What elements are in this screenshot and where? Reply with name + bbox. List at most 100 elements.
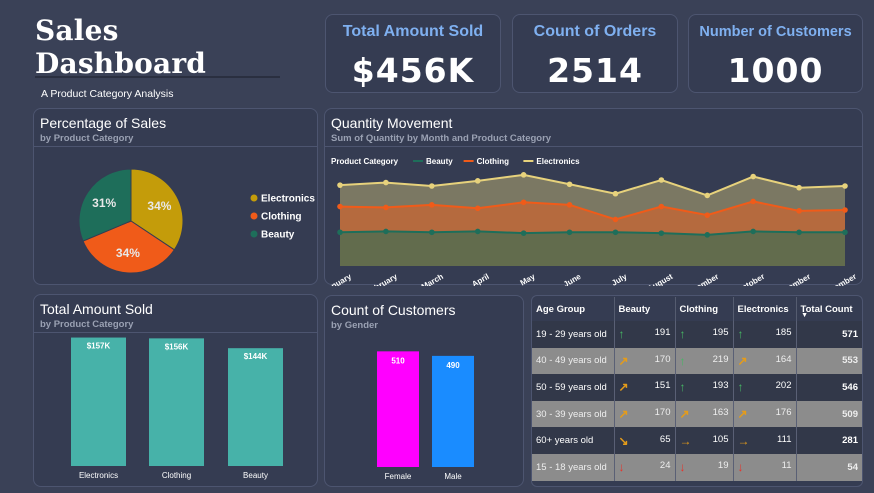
data-point[interactable] [704, 232, 711, 238]
column-header-age[interactable]: Age Group [532, 297, 615, 321]
total-count: 571 [842, 328, 858, 340]
age-group-label: 19 - 29 years old [536, 328, 607, 340]
bar-electronics[interactable] [71, 337, 126, 466]
data-point[interactable] [383, 228, 389, 235]
sort-desc-icon[interactable]: ▼ [801, 312, 808, 319]
table-row[interactable]: 19 - 29 years old ↑ 191 ↑ 195 ↑ 185 571 [532, 321, 862, 348]
beauty-count: 65 [659, 433, 671, 445]
customer-gender-panel[interactable]: Count of Customers by Gender 510 Female 49… [324, 295, 524, 487]
total-count: 54 [847, 461, 858, 473]
clothing-count: 19 [717, 460, 729, 472]
pie-chart: 34% 34% 31% Electronics Clothing Beauty [78, 168, 315, 274]
trend-right-arrow-icon: → [737, 433, 750, 448]
data-point[interactable] [612, 216, 619, 223]
kpi-total-amount-card[interactable]: Total Amount Sold $456K [325, 14, 501, 93]
bar-clothing[interactable] [149, 338, 204, 466]
bar-male[interactable] [432, 355, 474, 467]
trend-up-arrow-icon: ↑ [737, 327, 744, 342]
data-point[interactable] [612, 229, 619, 236]
data-point[interactable] [704, 212, 711, 218]
data-point[interactable] [429, 183, 435, 189]
data-point[interactable] [658, 203, 665, 210]
data-point[interactable] [750, 228, 756, 235]
data-point[interactable] [520, 199, 527, 206]
quantity-movement-panel[interactable]: Quantity Movement Sum of Quantity by Mon… [324, 108, 863, 286]
data-point[interactable] [474, 178, 481, 184]
area-beauty [340, 231, 845, 266]
x-tick-label: March [420, 272, 445, 286]
table-row[interactable]: 40 - 49 years old ↗ 170 ↑ 219 ↗ 164 553 [532, 347, 862, 375]
total-amount-panel[interactable]: Total Amount Sold by Product Category $1… [33, 294, 318, 487]
data-point[interactable] [796, 184, 802, 191]
data-point[interactable] [750, 173, 756, 180]
electronics-count: 185 [775, 327, 792, 339]
data-point[interactable] [842, 229, 848, 236]
trend-right-arrow-icon: → [679, 433, 692, 448]
table-row[interactable]: 30 - 39 years old ↗ 170 ↗ 163 ↗ 176 509 [532, 400, 862, 428]
column-header-beauty[interactable]: Beauty [614, 297, 676, 321]
column-header-electronics[interactable]: Electronics [733, 297, 797, 321]
data-point[interactable] [612, 190, 619, 197]
x-tick-label: Beauty [243, 471, 268, 480]
data-point[interactable] [520, 230, 527, 236]
panel-subtitle: by Product Category [40, 133, 134, 144]
trend-upright-arrow-icon: ↗ [618, 380, 629, 395]
data-point[interactable] [474, 205, 481, 212]
kpi-order-count-card[interactable]: Count of Orders 2514 [512, 14, 678, 93]
kpi-label: Number of Customers [699, 24, 852, 40]
data-point[interactable] [842, 207, 848, 213]
age-group-label: 60+ years old [536, 435, 594, 447]
table-row[interactable]: 50 - 59 years old ↗ 151 ↑ 193 ↑ 202 546 [532, 374, 862, 401]
legend-label: Electronics [261, 194, 315, 205]
beauty-count: 191 [654, 327, 671, 339]
data-point[interactable] [337, 203, 343, 210]
total-count: 509 [842, 408, 858, 420]
age-group-table: Age Group Beauty Clothing Electronics To… [532, 297, 862, 481]
beauty-count: 24 [659, 460, 671, 472]
data-point[interactable] [566, 229, 573, 236]
table-row[interactable]: 15 - 18 years old ↓ 24 ↓ 19 ↓ 11 54 [532, 453, 862, 481]
bar-chart: $157K Electronics $156K Clothing $144K Beauty [71, 337, 283, 480]
sales-percentage-panel[interactable]: Percentage of Sales by Product Category … [33, 108, 318, 285]
data-point[interactable] [658, 230, 665, 236]
electronics-count: 176 [775, 407, 792, 419]
data-point[interactable] [566, 181, 573, 188]
x-tick-label: Male [444, 472, 462, 481]
trend-upright-arrow-icon: ↗ [737, 353, 748, 368]
age-group-table-panel[interactable]: Age Group Beauty Clothing Electronics To… [531, 295, 863, 487]
column-header-total[interactable]: Total Count ▼ [796, 297, 862, 321]
kpi-customer-count-card[interactable]: Number of Customers 1000 [688, 14, 863, 93]
data-point[interactable] [796, 208, 802, 214]
trend-down-arrow-icon: ↓ [618, 460, 625, 475]
data-point[interactable] [429, 229, 435, 236]
column-header-clothing[interactable]: Clothing [675, 297, 734, 321]
data-point[interactable] [750, 198, 756, 205]
electronics-count: 111 [777, 433, 792, 445]
gender-bar-chart: 510 Female 490 Male [377, 351, 474, 481]
x-tick-label: August [646, 272, 675, 286]
data-point[interactable] [429, 202, 435, 208]
kpi-value: $456K [351, 51, 475, 90]
data-point[interactable] [337, 229, 343, 236]
kpi-label: Count of Orders [533, 23, 657, 40]
legend-label: Clothing [477, 157, 510, 166]
data-point[interactable] [520, 172, 527, 178]
data-point[interactable] [658, 177, 665, 183]
trend-up-arrow-icon: ↑ [737, 380, 744, 395]
data-point[interactable] [337, 182, 343, 188]
data-point[interactable] [704, 192, 711, 199]
x-tick-label: November [774, 272, 812, 286]
x-tick-label: July [610, 272, 629, 286]
bar-beauty[interactable] [228, 348, 283, 466]
bar-female[interactable] [377, 351, 419, 467]
data-point[interactable] [383, 204, 389, 211]
data-point[interactable] [474, 228, 481, 235]
table-row[interactable]: 60+ years old ↘ 65 → 105 → 111 281 [532, 427, 862, 454]
data-point[interactable] [566, 202, 573, 208]
data-point[interactable] [383, 179, 389, 186]
data-point[interactable] [842, 183, 848, 189]
trend-up-arrow-icon: ↑ [679, 353, 686, 368]
data-point[interactable] [796, 229, 802, 236]
x-tick-label: Female [385, 472, 412, 481]
pie-data-label: 34% [147, 199, 171, 213]
